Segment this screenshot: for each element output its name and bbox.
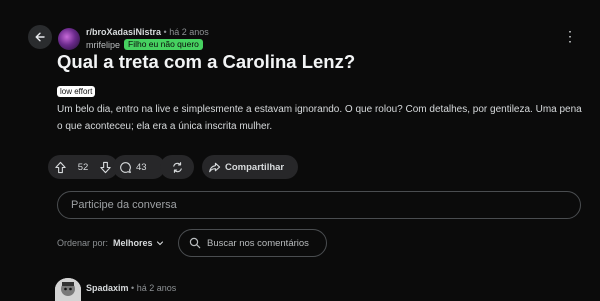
more-vertical-icon: ⋮: [563, 28, 577, 44]
comment-author[interactable]: Spadaxim: [86, 283, 129, 293]
chevron-down-icon: [156, 239, 164, 247]
post-time: há 2 anos: [169, 27, 209, 37]
comment-count: 43: [136, 161, 147, 173]
sort-control: Ordenar por: Melhores: [57, 238, 164, 248]
search-icon: [189, 237, 201, 249]
subreddit-avatar[interactable]: [58, 28, 80, 50]
comment-icon: [119, 161, 132, 174]
comment-input[interactable]: Participe da conversa: [57, 191, 581, 219]
crosspost-button[interactable]: [160, 155, 194, 179]
post-meta: r/broXadasiNistra • há 2 anos: [86, 27, 209, 37]
post-body: Um belo dia, entro na live e simplesment…: [57, 104, 582, 132]
search-comments-input[interactable]: Buscar nos comentários: [178, 229, 327, 257]
comment-avatar[interactable]: [55, 278, 81, 301]
share-button[interactable]: Compartilhar: [202, 155, 298, 179]
sort-label: Ordenar por:: [57, 238, 109, 248]
downvote-icon[interactable]: [99, 161, 112, 174]
author-link[interactable]: mrifelipe: [86, 40, 120, 50]
share-label: Compartilhar: [225, 161, 285, 173]
post-flair[interactable]: low effort: [57, 86, 96, 97]
author-flair: Filho eu não quero: [124, 39, 203, 50]
more-options-button[interactable]: ⋮: [562, 28, 578, 44]
sort-dropdown[interactable]: Melhores: [113, 238, 164, 248]
repost-icon: [171, 161, 184, 174]
comment-input-placeholder: Participe da conversa: [71, 199, 177, 211]
author-line: mrifelipe Filho eu não quero: [86, 39, 203, 50]
post-title: Qual a treta com a Carolina Lenz?: [57, 51, 356, 72]
vote-bar: 52: [48, 155, 118, 179]
upvote-icon[interactable]: [54, 161, 67, 174]
comments-button[interactable]: 43: [113, 155, 165, 179]
vote-count: 52: [77, 161, 89, 173]
comment-meta: Spadaxim • há 2 anos: [86, 283, 176, 293]
back-button[interactable]: [28, 25, 52, 49]
meta-separator: •: [163, 27, 167, 37]
search-comments-placeholder: Buscar nos comentários: [207, 237, 309, 249]
comment-separator: •: [131, 283, 135, 293]
comment-time: há 2 anos: [136, 283, 177, 293]
subreddit-link[interactable]: r/broXadasiNistra: [86, 27, 161, 37]
share-icon: [208, 161, 221, 174]
arrow-left-icon: [34, 31, 46, 43]
sort-value: Melhores: [113, 238, 153, 248]
